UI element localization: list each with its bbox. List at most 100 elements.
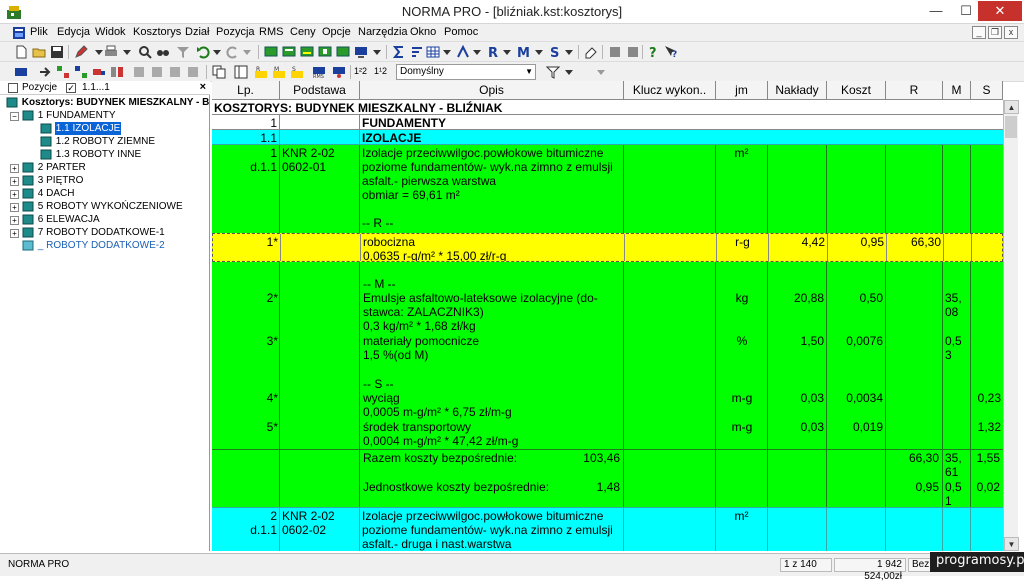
header-s[interactable]: S bbox=[971, 81, 1003, 100]
close-button[interactable]: ✕ bbox=[978, 1, 1022, 21]
undo-icon[interactable] bbox=[196, 45, 210, 59]
save-icon[interactable] bbox=[50, 45, 64, 59]
truck-icon[interactable] bbox=[92, 65, 106, 79]
dropdown-arrow-icon[interactable] bbox=[240, 45, 254, 59]
tree-node-izolacje[interactable]: 1.1 IZOLACJE bbox=[40, 122, 122, 135]
expand-icon[interactable]: + bbox=[10, 190, 19, 199]
close-panel-icon[interactable]: × bbox=[200, 81, 206, 93]
insert-r-icon[interactable] bbox=[300, 45, 314, 59]
context-help-icon[interactable]: ? bbox=[664, 45, 678, 59]
header-r[interactable]: R bbox=[886, 81, 943, 100]
header-jm[interactable]: jm bbox=[716, 81, 768, 100]
indent-icon[interactable] bbox=[14, 65, 28, 79]
hierarchy-icon[interactable] bbox=[74, 65, 88, 79]
rms-icon[interactable]: RMS bbox=[312, 65, 326, 79]
minimize-button[interactable]: — bbox=[922, 1, 950, 21]
gray-square-icon[interactable] bbox=[608, 45, 622, 59]
dropdown-arrow-icon[interactable] bbox=[210, 45, 224, 59]
r-cost-icon[interactable]: R bbox=[254, 65, 268, 79]
numbering-icon[interactable] bbox=[456, 45, 470, 59]
filter-checkbox[interactable]: ✓ bbox=[66, 83, 76, 93]
m-letter-icon[interactable]: M bbox=[516, 45, 530, 59]
dropdown-arrow-icon[interactable] bbox=[470, 45, 484, 59]
dropdown-arrow-icon[interactable] bbox=[370, 45, 384, 59]
table-row-dzial[interactable]: 1 FUNDAMENTY bbox=[212, 115, 1003, 130]
filter-icon[interactable] bbox=[176, 45, 190, 59]
header-lp[interactable]: Lp. bbox=[212, 81, 280, 100]
binoculars-icon[interactable] bbox=[156, 45, 170, 59]
print-icon[interactable] bbox=[104, 45, 118, 59]
help-icon[interactable]: ? bbox=[646, 45, 660, 59]
tree-node-roboty-inne[interactable]: 1.3 ROBOTY INNE bbox=[40, 148, 142, 161]
gray-square-icon[interactable] bbox=[168, 65, 182, 79]
tree-node-parter[interactable]: 2 PARTER bbox=[22, 161, 87, 174]
menu-plik[interactable]: Plik bbox=[30, 26, 48, 38]
split-icon[interactable] bbox=[110, 65, 124, 79]
new-file-icon[interactable] bbox=[14, 45, 28, 59]
eraser-icon[interactable] bbox=[584, 45, 598, 59]
menu-pomoc[interactable]: Pomoc bbox=[444, 26, 478, 38]
dropdown-arrow-icon[interactable] bbox=[562, 65, 576, 79]
table-row-robocizna-selected[interactable]: 1* robocizna 0,0635 r-g/m² * 15,00 zł/r-… bbox=[212, 233, 1003, 262]
search-icon[interactable] bbox=[138, 45, 152, 59]
menu-opcje[interactable]: Opcje bbox=[322, 26, 351, 38]
document-system-icon[interactable] bbox=[12, 26, 26, 40]
maximize-button[interactable]: ☐ bbox=[952, 1, 980, 21]
superscript-button[interactable]: 1²2 bbox=[354, 66, 367, 76]
header-koszt-jedn[interactable]: Koszt jedn. bbox=[827, 81, 886, 115]
expand-icon[interactable]: + bbox=[10, 229, 19, 238]
gray-square-icon[interactable] bbox=[132, 65, 146, 79]
sort-icon[interactable] bbox=[410, 45, 424, 59]
header-podstawa[interactable]: Podstawa bbox=[280, 81, 360, 100]
vertical-scrollbar[interactable]: ▲ ▼ bbox=[1003, 100, 1019, 551]
table-row-kosztorys[interactable]: KOSZTORYS: BUDYNEK MIESZKALNY - BLIŹNIAK bbox=[212, 100, 1003, 115]
gray-square-icon[interactable] bbox=[186, 65, 200, 79]
menu-edycja[interactable]: Edycja bbox=[57, 26, 90, 38]
tree-node-dach[interactable]: 4 DACH bbox=[22, 187, 75, 200]
collapse-icon[interactable]: − bbox=[10, 112, 19, 121]
dropdown-arrow-icon[interactable] bbox=[500, 45, 514, 59]
scroll-up-icon[interactable]: ▲ bbox=[1004, 100, 1019, 114]
table-row-position-2[interactable]: 2 d.1.1 KNR 2-02 0602-02 Izolacje przeci… bbox=[212, 507, 1003, 551]
insert-section-icon[interactable] bbox=[282, 45, 296, 59]
table-row-summary[interactable]: Razem koszty bezpośrednie: 103,46 Jednos… bbox=[212, 449, 1003, 507]
insert-s-icon[interactable] bbox=[336, 45, 350, 59]
m-cost-icon[interactable]: M bbox=[272, 65, 286, 79]
header-opis[interactable]: Opis bbox=[360, 81, 624, 100]
expand-icon[interactable]: + bbox=[10, 203, 19, 212]
menu-kosztorys[interactable]: Kosztorys bbox=[133, 26, 181, 38]
expand-icon[interactable]: + bbox=[10, 177, 19, 186]
tree-node-elewacja[interactable]: 6 ELEWACJA bbox=[22, 213, 101, 226]
menu-ceny[interactable]: Ceny bbox=[290, 26, 316, 38]
tree-node-pietro[interactable]: 3 PIĘTRO bbox=[22, 174, 84, 187]
dropdown-arrow-icon[interactable] bbox=[440, 45, 454, 59]
gray-square-icon[interactable] bbox=[626, 45, 640, 59]
copy-icon[interactable] bbox=[212, 65, 226, 79]
mdi-restore-button[interactable]: ❐ bbox=[988, 26, 1002, 39]
sum-icon[interactable] bbox=[392, 45, 406, 59]
menu-okno[interactable]: Okno bbox=[410, 26, 436, 38]
table-row-materials-equipment[interactable] bbox=[212, 262, 1003, 449]
header-klucz-wykon[interactable]: Klucz wykon.. bbox=[624, 81, 716, 100]
menu-dzial[interactable]: Dział bbox=[185, 26, 209, 38]
dropdown-arrow-icon[interactable] bbox=[532, 45, 546, 59]
table-icon[interactable] bbox=[426, 45, 440, 59]
menu-widok[interactable]: Widok bbox=[95, 26, 126, 38]
price-icon[interactable] bbox=[332, 65, 346, 79]
scroll-down-icon[interactable]: ▼ bbox=[1004, 537, 1019, 551]
funnel-filter-icon[interactable] bbox=[546, 65, 560, 79]
tree-node-fundamenty[interactable]: 1 FUNDAMENTY bbox=[22, 109, 117, 122]
menu-rms[interactable]: RMS bbox=[259, 26, 283, 38]
s-cost-icon[interactable]: S bbox=[290, 65, 304, 79]
subscript-button[interactable]: 1¹2 bbox=[374, 66, 387, 76]
insert-m-icon[interactable] bbox=[318, 45, 332, 59]
mdi-close-button[interactable]: x bbox=[1004, 26, 1018, 39]
tree-node-roboty-wykonczeniowe[interactable]: 5 ROBOTY WYKOŃCZENIOWE bbox=[22, 200, 184, 213]
mdi-minimize-button[interactable]: _ bbox=[972, 26, 986, 39]
column-icon[interactable] bbox=[234, 65, 248, 79]
s-letter-icon[interactable]: S bbox=[548, 45, 562, 59]
monitor-icon[interactable] bbox=[354, 45, 368, 59]
open-folder-icon[interactable] bbox=[32, 45, 46, 59]
header-naklady[interactable]: Nakłady bbox=[768, 81, 827, 100]
tree-icon[interactable] bbox=[56, 65, 70, 79]
